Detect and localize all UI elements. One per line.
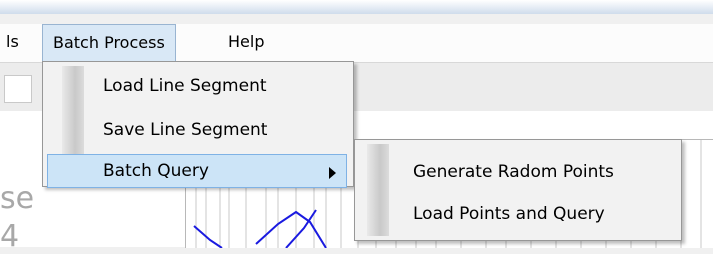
menu-item-load-points-and-query[interactable]: Load Points and Query — [413, 196, 605, 232]
side-label-2: 4 — [0, 219, 20, 254]
menu-item-batch-query-label: Batch Query — [103, 161, 209, 181]
side-label: se — [0, 181, 35, 216]
batch-process-menu: Load Line Segment Save Line Segment Batc… — [42, 61, 354, 188]
submenu-gutter — [367, 144, 389, 236]
menu-item-generate-random-points[interactable]: Generate Radom Points — [413, 154, 614, 190]
menu-bar: ls Batch Process Help — [0, 24, 713, 63]
menu-item-save-line-segment[interactable]: Save Line Segment — [103, 112, 267, 148]
menu-item-batch-query[interactable]: Batch Query — [47, 154, 347, 188]
menu-tools[interactable]: ls — [0, 24, 29, 60]
menu-batch-process[interactable]: Batch Process — [42, 24, 176, 62]
menu-item-load-line-segment[interactable]: Load Line Segment — [103, 68, 267, 104]
toolbar-button[interactable] — [4, 75, 32, 103]
title-bar-strip — [0, 0, 713, 14]
submenu-arrow-icon — [329, 167, 336, 179]
menu-help[interactable]: Help — [218, 24, 274, 60]
batch-query-submenu: Generate Radom Points Load Points and Qu… — [354, 139, 682, 241]
